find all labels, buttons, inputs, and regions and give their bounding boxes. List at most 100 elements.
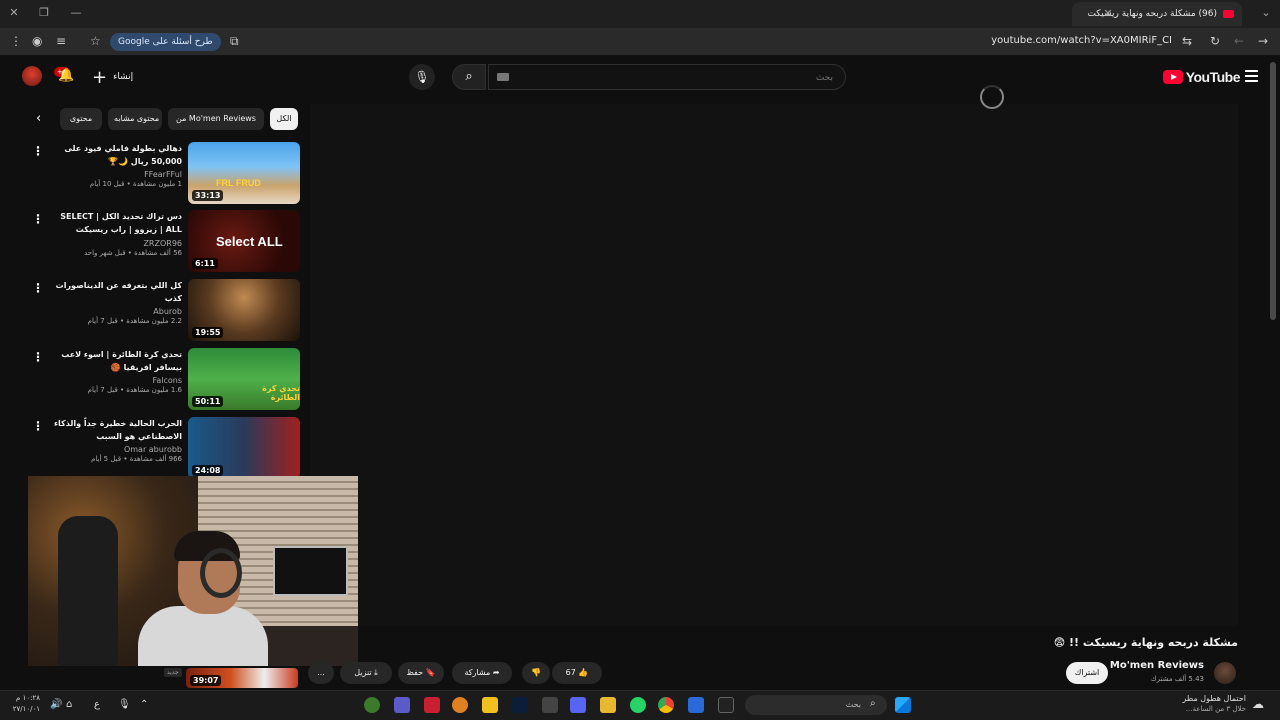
recommendation-item[interactable]: تحدي كرة الطائرة 50:11 تحدي كرة الطائرة … [20,348,300,412]
restore-window-icon[interactable]: ❐ [36,6,52,19]
language-indicator[interactable]: ع [94,699,100,710]
more-options-icon[interactable]: ⋮ [32,212,44,226]
browser-tab[interactable]: (96) مشكلة دربحه ونهاية ريسيكت [1072,2,1242,26]
thumbs-up-icon: 👍 [578,668,589,677]
subscribe-button[interactable]: اشتراك [1066,662,1108,684]
chip-all[interactable]: الكل [270,108,298,130]
download-button[interactable]: ⤓ تنزيل [340,662,392,684]
channel-avatar[interactable] [1214,662,1236,684]
bookmark-star-icon[interactable]: ☆ [90,34,101,48]
whatsapp-icon[interactable] [630,697,646,713]
save-label: حفظ [406,668,424,677]
video-thumbnail[interactable]: 19:55 [188,279,300,341]
recommendation-channel[interactable]: ZRZOR96 [42,239,182,248]
video-thumbnail[interactable]: Select ALL 6:11 [188,210,300,272]
chevron-left-icon[interactable]: ‹ [36,111,41,126]
tab-search-icon[interactable]: ⌄ [1258,6,1274,19]
recommendation-item[interactable]: Select ALL 6:11 دس تراك تحديد الكل | SEL… [20,210,300,274]
user-avatar[interactable] [22,66,42,86]
reading-list-icon[interactable]: ≡ [56,34,66,48]
chip-from-channel[interactable]: من Mo'men Reviews [168,108,264,130]
recommendation-channel[interactable]: Falcons [42,376,182,385]
tray-chevron-icon[interactable]: ⌃ [140,699,148,710]
create-button[interactable]: إنشاء + [92,66,133,88]
search-box [488,64,846,90]
url-field[interactable]: youtube.com/watch?v=XA0MIRiF_CI [991,35,1172,46]
like-button[interactable]: 👍 67 [552,662,602,684]
epic-games-icon[interactable] [718,697,734,713]
notes-icon[interactable] [482,697,498,713]
forward-icon[interactable]: ← [1234,34,1244,48]
recommendation-channel[interactable]: Aburob [42,307,182,316]
site-settings-icon[interactable]: ⇆ [1182,34,1192,48]
loading-spinner-icon [980,85,1004,109]
create-label: إنشاء [113,72,134,82]
next-video-thumbnail[interactable]: 39:07 [186,668,298,688]
hamburger-menu-icon[interactable] [1245,70,1258,82]
network-icon[interactable]: ⌂ [66,699,72,710]
new-badge: جديد [164,668,182,677]
more-options-icon[interactable]: ⋮ [32,350,44,364]
chip-similar[interactable]: محتوى مشابه [108,108,162,130]
mic-tray-icon[interactable]: 🎙 [118,699,131,710]
page-scrollbar[interactable] [1270,62,1276,320]
bell-icon[interactable]: 🔔 [58,68,74,83]
more-options-icon[interactable]: ⋮ [32,281,44,295]
app-icon-orange[interactable] [452,697,468,713]
headphones [200,548,242,598]
weather-subtitle: خلال ٣ من الساعة... [1185,705,1246,713]
duration-badge: 33:13 [192,190,224,201]
photoshop-icon[interactable] [512,697,528,713]
search-button[interactable]: ⌕ [452,64,486,90]
kebab-menu-icon[interactable]: ⋮ [10,34,22,48]
like-count: 67 [565,668,576,677]
recommendation-channel[interactable]: FFearFFul [42,170,182,179]
voice-search-button[interactable]: 🎙 [409,64,435,90]
recommendation-stats: 1.6 مليون مشاهدة • قبل 7 أيام [87,386,182,394]
discord-icon[interactable] [570,697,586,713]
recommendation-item[interactable]: 24:08 الحرب الحالية خطيرة جداً والذكاء ا… [20,417,300,481]
share-button[interactable]: ➦ مشاركة [452,662,512,684]
weather-title[interactable]: احتمال هطول مطر [1130,694,1246,703]
clock-time[interactable]: ١٠:٢٨ م [6,694,40,702]
windows-start-icon[interactable] [895,697,911,713]
app-icon-green[interactable] [364,697,380,713]
profile-icon[interactable]: ◉ [32,34,42,48]
channel-name[interactable]: Mo'men Reviews [1110,660,1204,671]
reload-icon[interactable]: ↻ [1210,34,1220,48]
video-thumbnail[interactable]: تحدي كرة الطائرة 50:11 [188,348,300,410]
close-tab-icon[interactable]: ✕ [1100,7,1116,20]
more-actions-button[interactable]: ... [308,662,334,684]
save-button[interactable]: 🔖 حفظ [398,662,444,684]
more-options-icon[interactable]: ⋮ [32,419,44,433]
speaker-icon[interactable]: 🔊 [50,699,62,710]
taskbar-search[interactable]: بحث [745,695,887,715]
dislike-button[interactable]: 👎 [522,662,550,684]
clock-date[interactable]: ٢٧/١٠/٠١ [6,705,40,713]
ask-google-chip[interactable]: طرح أسئلة على Google [110,33,221,51]
video-thumbnail[interactable]: FRL FRUD 33:13 [188,142,300,204]
minimize-window-icon[interactable]: — [68,6,84,19]
youtube-logo[interactable]: YouTube [1162,69,1241,85]
recommendation-title: كل اللي بتعرفه عن الديناصورات كذب [55,281,182,303]
youtube-play-icon [1162,70,1183,84]
app-icon-blue[interactable] [688,697,704,713]
back-icon[interactable]: → [1258,34,1268,48]
teams-icon[interactable] [394,697,410,713]
keyboard-icon[interactable] [497,73,509,81]
close-window-icon[interactable]: ✕ [6,6,22,19]
recommendation-channel[interactable]: Omar aburobb [42,445,182,454]
app-icon-gray[interactable] [542,697,558,713]
screenshot-icon[interactable]: ⧉ [230,34,239,49]
acrobat-icon[interactable] [424,697,440,713]
search-input[interactable] [489,66,845,90]
weather-cloud-icon[interactable]: ☁ [1252,697,1264,711]
chip-content[interactable]: محتوى [60,108,102,130]
chrome-icon[interactable] [658,697,674,713]
video-player[interactable] [310,104,1238,626]
recommendation-item[interactable]: FRL FRUD 33:13 دهالي بطولة فاملي فيود عل… [20,142,300,206]
more-options-icon[interactable]: ⋮ [32,144,44,158]
file-explorer-icon[interactable] [600,697,616,713]
video-thumbnail[interactable]: 24:08 [188,417,300,479]
recommendation-item[interactable]: 19:55 كل اللي بتعرفه عن الديناصورات كذب … [20,279,300,343]
